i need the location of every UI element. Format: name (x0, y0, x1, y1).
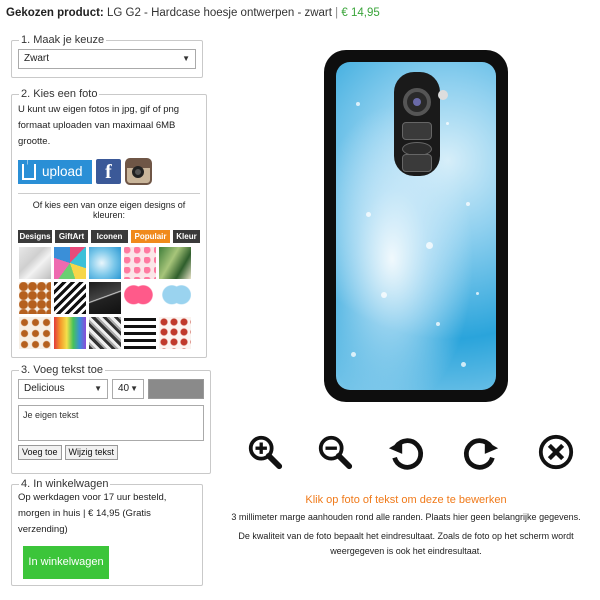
step-add-text: 3. Voeg tekst toe Delicious ▼ 40 ▼ Je ei… (11, 364, 211, 474)
design-tile[interactable] (124, 282, 156, 314)
margin-notice: 3 millimeter marge aanhouden rond alle r… (231, 512, 581, 522)
product-header: Gekozen product: LG G2 - Hardcase hoesje… (6, 7, 380, 19)
instagram-lens (132, 166, 144, 178)
zoom-out-icon[interactable] (316, 432, 354, 472)
zoom-in-icon[interactable] (246, 432, 284, 472)
volume-up-key (402, 122, 432, 140)
step-choose-photo: 2. Kies een foto U kunt uw eigen fotos i… (11, 88, 207, 358)
step-choose-color: 1. Maak je keuze Zwart ▼ (11, 34, 203, 78)
facebook-button[interactable]: f (96, 159, 121, 184)
upload-instructions: U kunt uw eigen fotos in jpg, gif of png… (18, 104, 180, 147)
font-select[interactable]: Delicious ▼ (18, 379, 108, 399)
delete-icon[interactable] (537, 432, 575, 472)
design-tile[interactable] (19, 317, 51, 349)
chevron-down-icon: ▼ (182, 54, 190, 63)
camera-module (394, 72, 440, 176)
design-tile[interactable] (89, 247, 121, 279)
instagram-button[interactable] (125, 158, 152, 185)
design-tile[interactable] (19, 247, 51, 279)
design-tile[interactable] (19, 282, 51, 314)
edit-text-button[interactable]: Wijzig tekst (64, 445, 119, 460)
tab-giftart[interactable]: GiftArt (55, 230, 88, 243)
chevron-down-icon: ▼ (94, 384, 102, 393)
text-input-value: Je eigen tekst (23, 410, 79, 420)
tab-designs[interactable]: Designs (18, 230, 52, 243)
step1-legend: 1. Maak je keuze (21, 34, 105, 46)
design-tile[interactable] (159, 317, 191, 349)
volume-down-key (402, 154, 432, 172)
upload-button-label: upload (42, 164, 83, 179)
add-to-cart-button[interactable]: In winkelwagen (23, 546, 109, 579)
tab-populair[interactable]: Populair (131, 230, 170, 243)
design-tile[interactable] (89, 282, 121, 314)
font-size-select[interactable]: 40 ▼ (112, 379, 144, 399)
design-tile[interactable] (124, 247, 156, 279)
color-select[interactable]: Zwart ▼ (18, 49, 196, 69)
font-select-value: Delicious (24, 383, 65, 394)
camera-lens-icon (403, 88, 431, 116)
design-grid (19, 247, 200, 349)
camera-flash (438, 90, 448, 100)
design-tabs: Designs GiftArt Iconen Populair Kleur (18, 230, 200, 243)
product-name: LG G2 - Hardcase hoesje ontwerpen - zwar… (106, 7, 332, 19)
tab-kleur[interactable]: Kleur (173, 230, 200, 243)
design-tile[interactable] (159, 247, 191, 279)
step2-legend: 2. Kies een foto (21, 88, 98, 100)
text-color-picker[interactable] (148, 379, 204, 399)
delivery-info: Op werkdagen voor 17 uur besteld, morgen… (18, 492, 167, 535)
product-label: Gekozen product: (6, 7, 104, 19)
design-tile[interactable] (54, 317, 86, 349)
rotate-left-icon[interactable] (387, 432, 425, 472)
design-tile[interactable] (159, 282, 191, 314)
upload-icon (22, 155, 36, 180)
design-tile[interactable] (54, 247, 86, 279)
edit-hint: Klik op foto of tekst om deze te bewerke… (305, 494, 507, 506)
chevron-down-icon: ▼ (130, 384, 138, 393)
upload-button[interactable]: upload (18, 155, 92, 184)
design-tile[interactable] (124, 317, 156, 349)
add-text-button[interactable]: Voeg toe (18, 445, 62, 460)
divider (18, 193, 200, 194)
font-size-value: 40 (118, 383, 130, 394)
step-add-to-cart: 4. In winkelwagen Op werkdagen voor 17 u… (11, 478, 203, 586)
step3-legend: 3. Voeg tekst toe (21, 364, 103, 376)
tab-iconen[interactable]: Iconen (91, 230, 128, 243)
rotate-right-icon[interactable] (462, 432, 500, 472)
design-tile[interactable] (54, 282, 86, 314)
step4-legend: 4. In winkelwagen (21, 478, 109, 490)
product-price: € 14,95 (341, 7, 380, 19)
facebook-icon: f (105, 161, 112, 183)
design-tile[interactable] (89, 317, 121, 349)
designs-intro: Of kies een van onze eigen designs of kl… (32, 200, 186, 220)
text-input[interactable]: Je eigen tekst (18, 405, 204, 441)
color-select-value: Zwart (24, 53, 49, 64)
header-separator: | (335, 7, 339, 19)
quality-notice: De kwaliteit van de foto bepaalt het ein… (238, 531, 574, 556)
